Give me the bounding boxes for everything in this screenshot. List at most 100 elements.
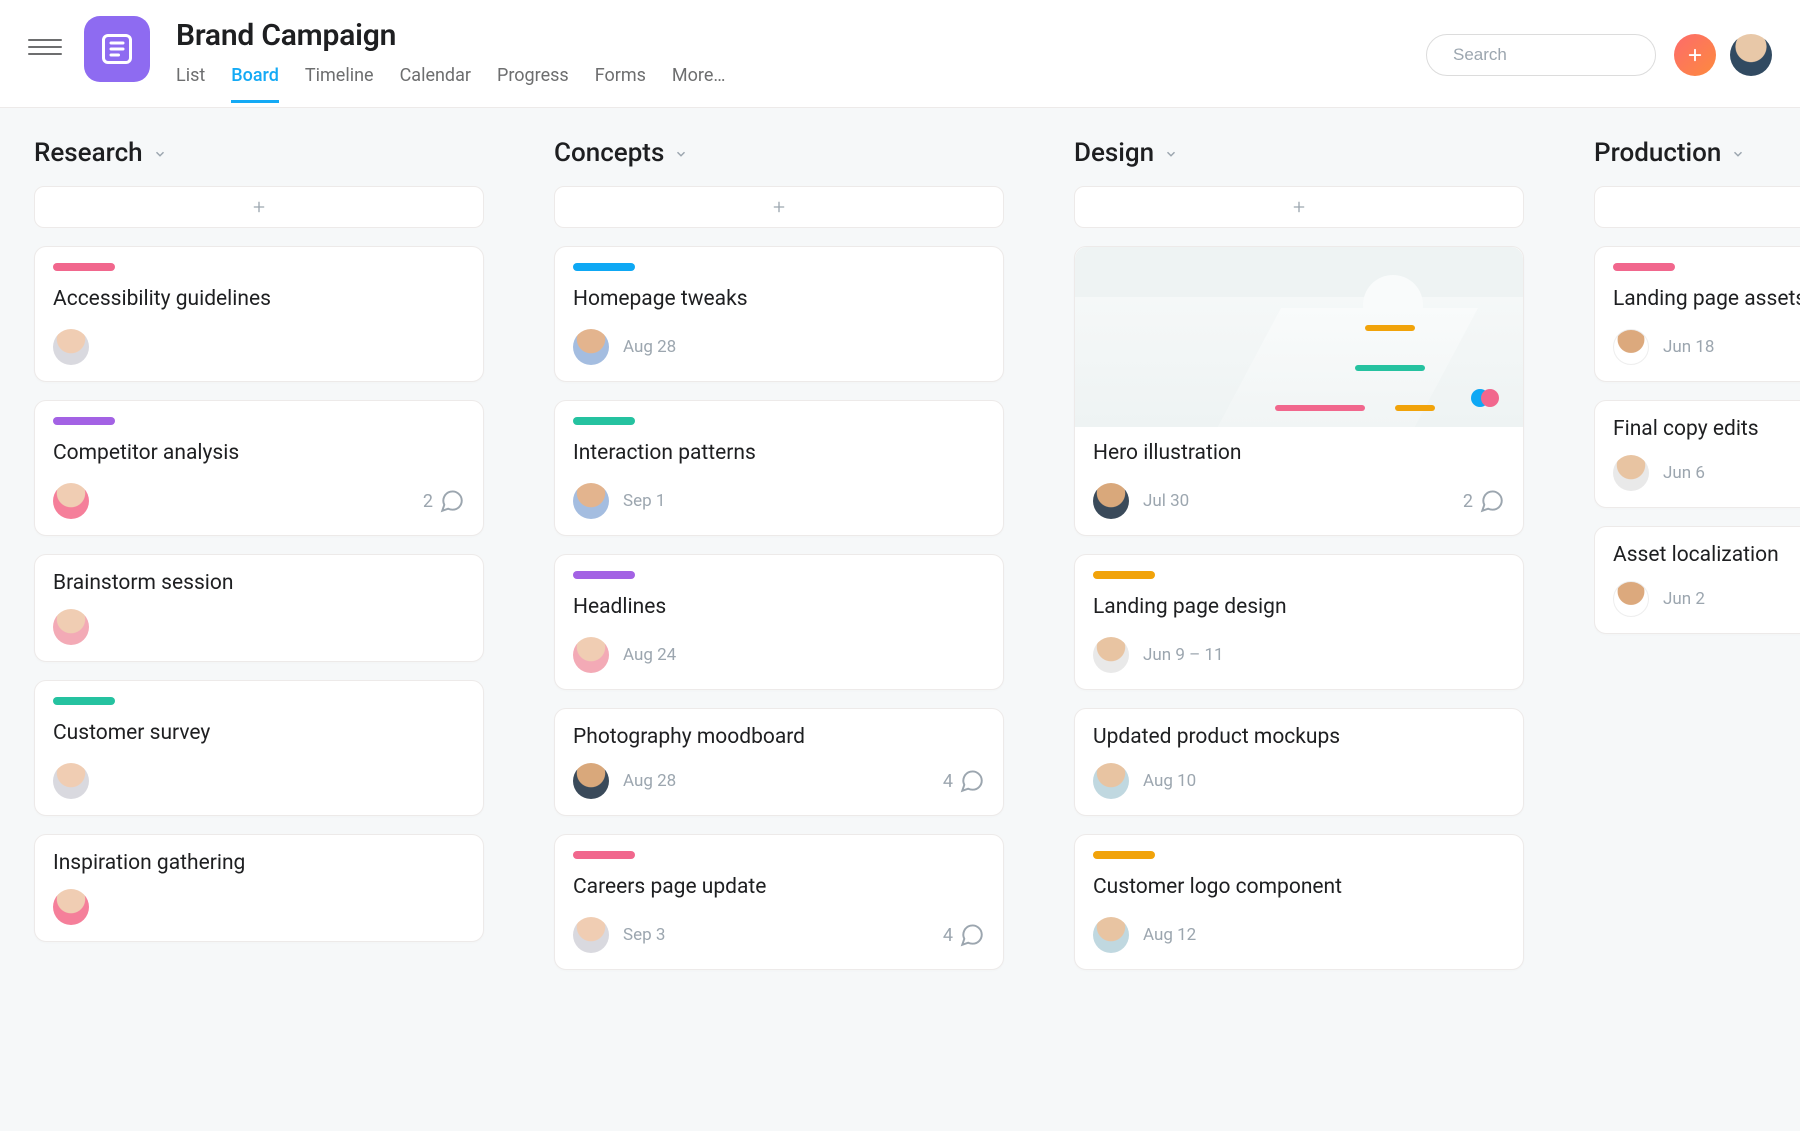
comment-icon	[959, 768, 985, 794]
column-production: Production Landing page assets Jun 18 Fi…	[1594, 138, 1800, 652]
task-card[interactable]: Headlines Aug 24	[554, 554, 1004, 690]
card-tag	[53, 417, 115, 425]
add-card-button[interactable]	[1594, 186, 1800, 228]
column-header[interactable]: Production	[1594, 138, 1800, 168]
task-card[interactable]: Asset localization Jun 2	[1594, 526, 1800, 634]
task-card[interactable]: Final copy edits Jun 6	[1594, 400, 1800, 508]
task-card[interactable]: Brainstorm session	[34, 554, 484, 662]
card-title: Competitor analysis	[53, 441, 465, 465]
task-card[interactable]: Competitor analysis 2	[34, 400, 484, 536]
card-title: Final copy edits	[1613, 417, 1800, 441]
add-card-button[interactable]	[554, 186, 1004, 228]
card-title: Hero illustration	[1093, 441, 1505, 465]
task-card[interactable]: Careers page update Sep 3 4	[554, 834, 1004, 970]
task-card[interactable]: Landing page assets Jun 18	[1594, 246, 1800, 382]
card-title: Brainstorm session	[53, 571, 465, 595]
task-card[interactable]: Customer logo component Aug 12	[1074, 834, 1524, 970]
assignee-avatar[interactable]	[1093, 917, 1129, 953]
due-date: Jul 30	[1143, 491, 1189, 511]
card-tag	[573, 851, 635, 859]
comment-icon	[959, 922, 985, 948]
assignee-avatar[interactable]	[1093, 763, 1129, 799]
assignee-avatar[interactable]	[1093, 483, 1129, 519]
column-concepts: Concepts Homepage tweaks Aug 28 Interact…	[554, 138, 1004, 988]
task-card[interactable]: Photography moodboard Aug 28 4	[554, 708, 1004, 816]
due-date: Sep 1	[623, 491, 665, 511]
column-header[interactable]: Design	[1074, 138, 1524, 168]
comment-count[interactable]: 4	[943, 768, 985, 794]
card-title: Inspiration gathering	[53, 851, 465, 875]
column-title: Design	[1074, 138, 1154, 168]
search-input[interactable]	[1453, 45, 1674, 65]
assignee-avatar[interactable]	[53, 889, 89, 925]
column-header[interactable]: Research	[34, 138, 484, 168]
card-title: Asset localization	[1613, 543, 1800, 567]
tab-board[interactable]: Board	[231, 65, 279, 103]
search-box[interactable]	[1426, 34, 1656, 76]
assignee-avatar[interactable]	[573, 329, 609, 365]
task-card[interactable]: Inspiration gathering	[34, 834, 484, 942]
tab-progress[interactable]: Progress	[497, 65, 569, 103]
comment-count[interactable]: 4	[943, 922, 985, 948]
due-date: Jun 9 – 11	[1143, 645, 1224, 665]
assignee-avatar[interactable]	[573, 917, 609, 953]
due-date: Aug 10	[1143, 771, 1196, 791]
global-add-button[interactable]	[1674, 34, 1716, 76]
tab-forms[interactable]: Forms	[595, 65, 646, 103]
column-design: Design Hero illustration	[1074, 138, 1524, 988]
chevron-down-icon	[1164, 138, 1178, 168]
due-date: Jun 6	[1663, 463, 1705, 483]
column-header[interactable]: Concepts	[554, 138, 1004, 168]
card-title: Landing page assets	[1613, 287, 1800, 311]
add-card-button[interactable]	[1074, 186, 1524, 228]
assignee-avatar[interactable]	[573, 763, 609, 799]
assignee-avatar[interactable]	[53, 609, 89, 645]
card-title: Updated product mockups	[1093, 725, 1505, 749]
task-card[interactable]: Updated product mockups Aug 10	[1074, 708, 1524, 816]
add-card-button[interactable]	[34, 186, 484, 228]
task-card[interactable]: Accessibility guidelines	[34, 246, 484, 382]
card-tag	[1613, 263, 1675, 271]
plus-icon	[251, 199, 267, 215]
tab-more[interactable]: More…	[672, 65, 726, 103]
assignee-avatar[interactable]	[1613, 329, 1649, 365]
card-tag	[1093, 571, 1155, 579]
column-research: Research Accessibility guidelines Compet…	[34, 138, 484, 960]
due-date: Jun 18	[1663, 337, 1714, 357]
plus-icon	[1686, 46, 1704, 64]
tab-timeline[interactable]: Timeline	[305, 65, 374, 103]
assignee-avatar[interactable]	[53, 483, 89, 519]
chevron-down-icon	[1731, 138, 1745, 168]
project-icon[interactable]	[84, 16, 150, 82]
task-card[interactable]: Landing page design Jun 9 – 11	[1074, 554, 1524, 690]
tab-calendar[interactable]: Calendar	[400, 65, 471, 103]
tabs: List Board Timeline Calendar Progress Fo…	[176, 65, 725, 103]
due-date: Sep 3	[623, 925, 665, 945]
tab-list[interactable]: List	[176, 65, 205, 103]
comment-icon	[439, 488, 465, 514]
assignee-avatar[interactable]	[53, 763, 89, 799]
column-title: Concepts	[554, 138, 664, 168]
task-card[interactable]: Interaction patterns Sep 1	[554, 400, 1004, 536]
comment-count[interactable]: 2	[1463, 488, 1505, 514]
assignee-avatar[interactable]	[573, 637, 609, 673]
assignee-avatar[interactable]	[1613, 455, 1649, 491]
card-title: Customer survey	[53, 721, 465, 745]
card-tag	[53, 263, 115, 271]
current-user-avatar[interactable]	[1730, 34, 1772, 76]
task-card[interactable]: Hero illustration Jul 30 2	[1074, 246, 1524, 536]
card-tag	[573, 263, 635, 271]
topbar: Brand Campaign List Board Timeline Calen…	[0, 0, 1800, 108]
task-card[interactable]: Homepage tweaks Aug 28	[554, 246, 1004, 382]
project-title: Brand Campaign	[176, 18, 725, 53]
card-cover-image	[1075, 247, 1523, 427]
assignee-avatar[interactable]	[573, 483, 609, 519]
menu-icon[interactable]	[28, 30, 62, 64]
card-title: Headlines	[573, 595, 985, 619]
assignee-avatar[interactable]	[1093, 637, 1129, 673]
card-title: Careers page update	[573, 875, 985, 899]
comment-count[interactable]: 2	[423, 488, 465, 514]
assignee-avatar[interactable]	[1613, 581, 1649, 617]
task-card[interactable]: Customer survey	[34, 680, 484, 816]
assignee-avatar[interactable]	[53, 329, 89, 365]
